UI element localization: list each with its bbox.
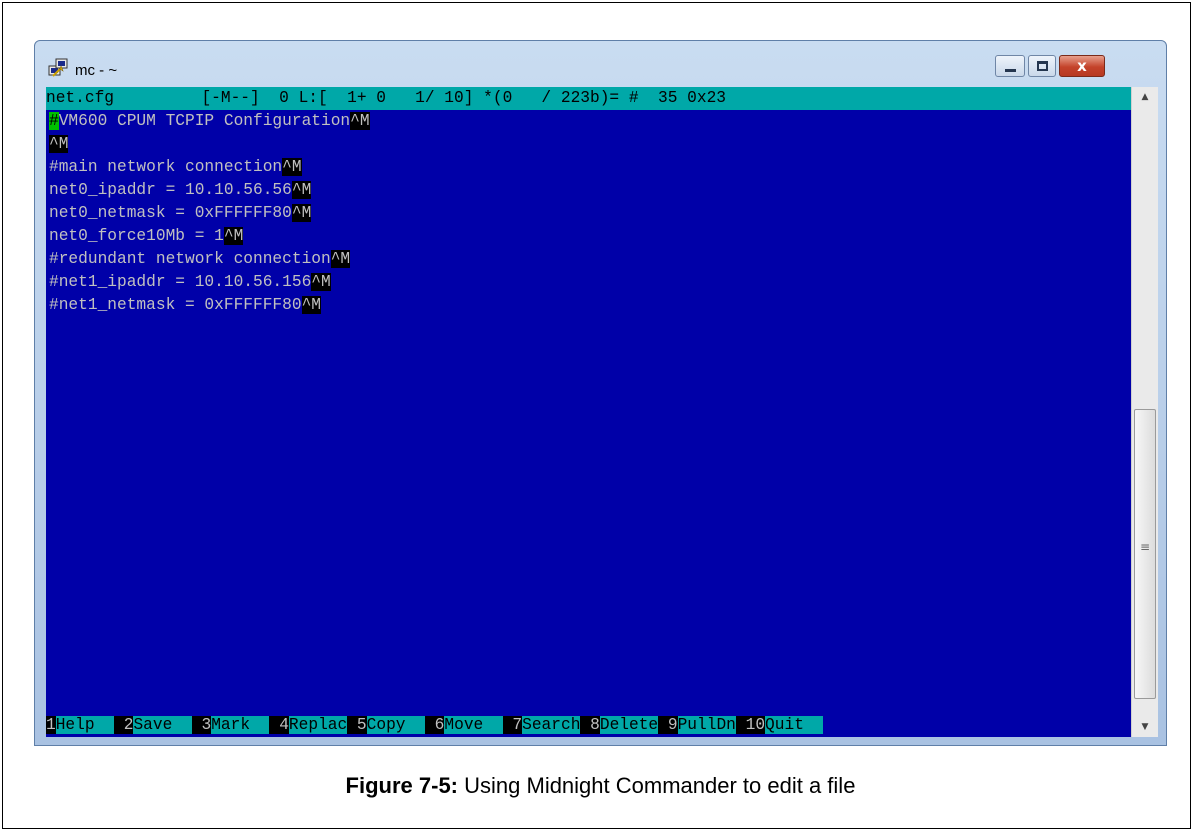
fkey-save[interactable]: 2Save	[114, 716, 192, 734]
line-text: net0_force10Mb = 1	[49, 227, 224, 245]
carriage-return-marker: ^M	[350, 112, 370, 130]
line-text: #net1_ipaddr = 10.10.56.156	[49, 273, 312, 291]
line-text: VM600 CPUM TCPIP Configuration	[58, 112, 351, 130]
status-info: [-M--] 0 L:[ 1+ 0 1/ 10] *(0 / 223b)= # …	[201, 89, 726, 107]
caption-label: Figure 7-5:	[345, 773, 459, 798]
minimize-icon	[1005, 69, 1016, 72]
fkey-search[interactable]: 7Search	[502, 716, 581, 734]
scroll-down-arrow-icon[interactable]: ▼	[1132, 717, 1158, 737]
scrollbar-thumb[interactable]: ≡	[1134, 409, 1156, 699]
window-title: mc - ~	[75, 62, 118, 79]
line-text: #redundant network connection	[49, 250, 331, 268]
editor-line-9[interactable]: #net1_netmask = 0xFFFFFF80^M	[49, 294, 322, 317]
caption-text: Using Midnight Commander to edit a file	[458, 773, 856, 798]
maximize-icon	[1037, 61, 1048, 71]
fkey-move[interactable]: 6Move	[424, 716, 503, 734]
editor-line-3[interactable]: #main network connection^M	[49, 156, 302, 179]
vertical-scrollbar[interactable]: ▲ ≡ ▼	[1131, 87, 1158, 737]
editor-line-1[interactable]: #VM600 CPUM TCPIP Configuration^M	[49, 110, 370, 133]
fkey-replace[interactable]: 4Replac	[269, 716, 348, 734]
close-icon: x	[1077, 57, 1087, 75]
line-text: net0_netmask = 0xFFFFFF80	[49, 204, 292, 222]
carriage-return-marker: ^M	[311, 273, 331, 291]
line-text: #net1_netmask = 0xFFFFFF80	[49, 296, 302, 314]
editor-line-7[interactable]: #redundant network connection^M	[49, 248, 351, 271]
carriage-return-marker: ^M	[282, 158, 302, 176]
carriage-return-marker: ^M	[223, 227, 244, 245]
carriage-return-marker: ^M	[330, 250, 351, 268]
status-filename: net.cfg	[46, 89, 114, 107]
minimize-button[interactable]	[995, 55, 1025, 77]
carriage-return-marker: ^M	[291, 204, 312, 222]
editor-area[interactable]: net.cfg [-M--] 0 L:[ 1+ 0 1/ 10] *(0 / 2…	[46, 87, 1131, 737]
line-text: #main network connection	[49, 158, 283, 176]
scroll-up-arrow-icon[interactable]: ▲	[1132, 87, 1158, 107]
scrollbar-grip-icon: ≡	[1139, 540, 1151, 554]
line-text: net0_ipaddr = 10.10.56.56	[49, 181, 292, 199]
figure-caption: Figure 7-5: Using Midnight Commander to …	[3, 773, 1195, 799]
fkey-copy[interactable]: 5Copy	[347, 716, 425, 734]
fkey-delete[interactable]: 8Delete	[580, 716, 659, 734]
carriage-return-marker: ^M	[49, 135, 69, 153]
editor-line-4[interactable]: net0_ipaddr = 10.10.56.56^M	[49, 179, 312, 202]
fkey-mark[interactable]: 3Mark	[191, 716, 270, 734]
function-key-bar: 1Help 2Save 3Mark 4Replac 5Copy 6Move 7S…	[46, 713, 1131, 737]
close-button[interactable]: x	[1059, 55, 1105, 77]
editor-line-6[interactable]: net0_force10Mb = 1^M	[49, 225, 244, 248]
text-cursor: #	[49, 112, 59, 130]
carriage-return-marker: ^M	[291, 181, 312, 199]
terminal-window: mc - ~ x net.cfg [-M--] 0 L:[ 1+ 0 1/ 10…	[34, 40, 1167, 746]
carriage-return-marker: ^M	[301, 296, 322, 314]
editor-status-bar: net.cfg [-M--] 0 L:[ 1+ 0 1/ 10] *(0 / 2…	[46, 87, 1131, 110]
fkey-pulldown[interactable]: 9PullDn	[658, 716, 736, 734]
title-bar[interactable]: mc - ~ x	[35, 41, 1166, 87]
fkey-help[interactable]: 1Help	[46, 716, 115, 734]
editor-line-2[interactable]: ^M	[49, 133, 69, 156]
maximize-button[interactable]	[1028, 55, 1056, 77]
editor-line-5[interactable]: net0_netmask = 0xFFFFFF80^M	[49, 202, 312, 225]
fkey-quit[interactable]: 10Quit	[735, 716, 824, 734]
putty-icon[interactable]	[47, 57, 69, 79]
figure-frame: mc - ~ x net.cfg [-M--] 0 L:[ 1+ 0 1/ 10…	[2, 2, 1191, 829]
editor-line-8[interactable]: #net1_ipaddr = 10.10.56.156^M	[49, 271, 331, 294]
